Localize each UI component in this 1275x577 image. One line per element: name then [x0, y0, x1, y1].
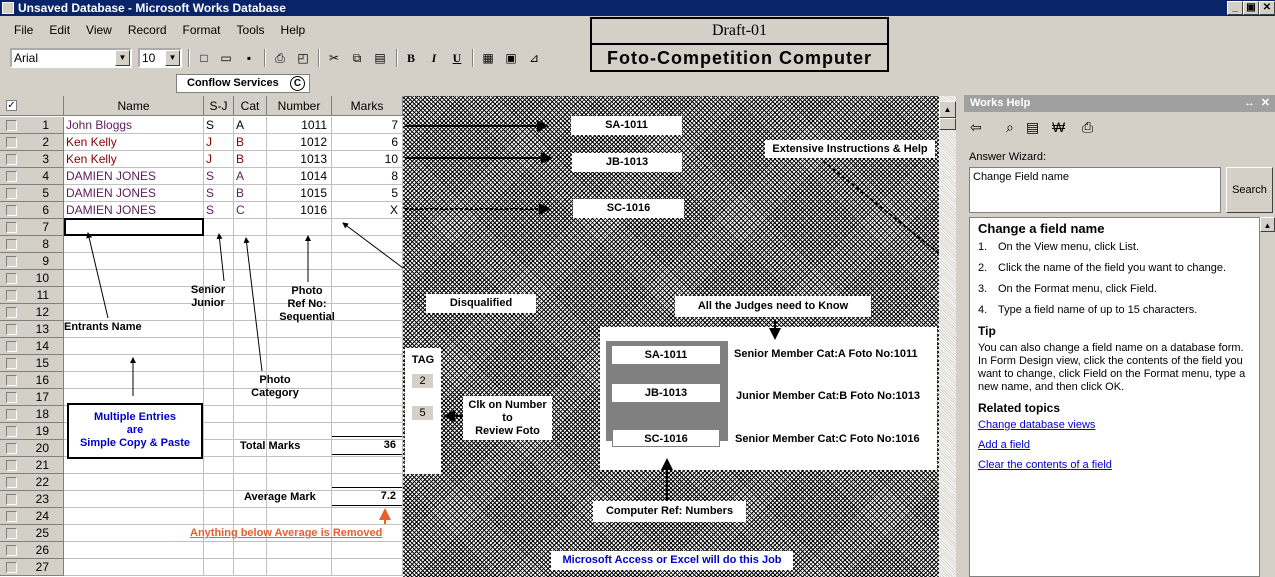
help-heading: Change a field name: [978, 221, 1105, 236]
toolbar-separator: [318, 49, 320, 67]
help-step: 4. Type a field name of up to 15 characte…: [978, 304, 1251, 317]
dock-icon[interactable]: ↔: [1244, 95, 1255, 112]
step-number: 3.: [978, 283, 988, 295]
step-number: 2.: [978, 262, 988, 274]
search-icon[interactable]: ⌕: [1006, 119, 1014, 136]
menu-file[interactable]: File: [6, 23, 41, 37]
save-icon[interactable]: ▪: [240, 49, 258, 67]
draft-heading: Foto-Competition Computer: [592, 43, 887, 71]
menu-bar: File Edit View Record Format Tools Help: [0, 18, 600, 42]
help-step: 2. Click the name of the field you want t…: [978, 262, 1251, 275]
restore-button[interactable]: ▣: [1243, 1, 1259, 15]
open-folder-icon[interactable]: ▭: [217, 49, 235, 67]
arrow-disqualified: [342, 222, 403, 269]
conflow-services-label: Conflow Services C: [176, 74, 310, 93]
print-help-icon[interactable]: ⎙: [1082, 119, 1093, 136]
cut-icon[interactable]: ✂: [325, 49, 343, 67]
help-title-bar: Works Help ↔ ✕: [964, 95, 1275, 112]
copyright-icon: C: [290, 76, 305, 91]
font-size-select[interactable]: 10 ▼: [138, 48, 182, 68]
form-view-icon[interactable]: ▣: [502, 49, 520, 67]
scroll-up-icon[interactable]: ▲: [939, 101, 956, 118]
print-icon[interactable]: ⎙: [271, 49, 289, 67]
related-link-add-field[interactable]: Add a field: [978, 439, 1251, 452]
font-size: 10: [142, 51, 156, 65]
italic-button[interactable]: I: [425, 49, 443, 67]
annotation-panel: SA-1011 JB-1013 SC-1016 Extensive Instru…: [403, 96, 939, 577]
paste-icon[interactable]: ▤: [371, 49, 389, 67]
draft-title-box: Draft-01 Foto-Competition Computer: [590, 17, 889, 72]
help-scrollbar[interactable]: ▲: [1260, 217, 1275, 577]
tip-title: Tip: [978, 324, 996, 338]
related-title: Related topics: [978, 401, 1061, 415]
list-view-icon[interactable]: ▦: [479, 49, 497, 67]
chevron-down-icon[interactable]: ▼: [115, 50, 130, 66]
bold-button[interactable]: B: [402, 49, 420, 67]
step-text: Click the name of the field you want to …: [998, 262, 1227, 274]
toolbar-separator: [396, 49, 398, 67]
help-title: Works Help: [970, 97, 1031, 109]
font-name: Arial: [14, 51, 39, 65]
window-title: Unsaved Database - Microsoft Works Datab…: [18, 1, 286, 15]
step-number: 4.: [978, 304, 988, 316]
tip-text: You can also change a field name on a da…: [978, 342, 1246, 393]
related-link-change-views[interactable]: Change database views: [978, 419, 1251, 432]
toolbar-separator: [472, 49, 474, 67]
arrow-category: [243, 237, 263, 372]
draft-label: Draft-01: [711, 22, 768, 39]
help-scroll-up-icon[interactable]: ▲: [1260, 217, 1275, 232]
back-icon[interactable]: ⇦: [970, 119, 982, 136]
font-select[interactable]: Arial ▼: [10, 48, 132, 68]
toolbar: Arial ▼ 10 ▼ □ ▭ ▪ ⎙ ◰ ✂ ⧉ ▤ B I U ▦ ▣ ⊿: [0, 44, 600, 70]
new-document-icon[interactable]: □: [195, 49, 213, 67]
vertical-scrollbar[interactable]: ▲: [939, 96, 956, 577]
copy-icon[interactable]: ⧉: [348, 49, 366, 67]
window-title-bar: Unsaved Database - Microsoft Works Datab…: [0, 0, 1275, 16]
close-button[interactable]: ✕: [1259, 1, 1275, 15]
related-link-clear-contents[interactable]: Clear the contents of a field: [978, 459, 1251, 472]
works-help-pane: Works Help ↔ ✕ ⇦ ⌕ ▤ ₩ ⎙ Answer Wizard: …: [964, 95, 1275, 577]
print-preview-icon[interactable]: ◰: [294, 49, 312, 67]
index-icon[interactable]: ₩: [1052, 119, 1065, 135]
arrow-to-help: [822, 160, 939, 255]
report-icon[interactable]: ⊿: [525, 49, 543, 67]
minimize-button[interactable]: _: [1227, 1, 1243, 15]
arrow-senior-junior: [216, 233, 225, 282]
underline-button[interactable]: U: [448, 49, 466, 67]
step-text: On the View menu, click List.: [998, 241, 1140, 253]
database-list-view: ✓ Name S-J Cat Number Marks 1 John Bloggs…: [0, 96, 403, 577]
annotation-arrows: [86, 222, 403, 524]
menu-view[interactable]: View: [78, 23, 120, 37]
answer-wizard-input[interactable]: Change Field name: [969, 167, 1221, 213]
chevron-down-icon[interactable]: ▼: [165, 50, 180, 66]
menu-tools[interactable]: Tools: [229, 23, 273, 37]
search-button[interactable]: Search: [1226, 167, 1273, 213]
help-steps: 1. On the View menu, click List. 2. Click …: [978, 241, 1251, 317]
close-help-icon[interactable]: ✕: [1261, 95, 1270, 112]
step-text: On the Format menu, click Field.: [998, 283, 1157, 295]
contents-icon[interactable]: ▤: [1026, 119, 1039, 136]
menu-edit[interactable]: Edit: [41, 23, 78, 37]
step-text: Type a field name of up to 15 characters…: [998, 304, 1198, 316]
help-toolbar: ⇦ ⌕ ▤ ₩ ⎙: [970, 119, 1170, 139]
answer-wizard-label: Answer Wizard:: [969, 151, 1047, 163]
menu-record[interactable]: Record: [120, 23, 175, 37]
toolbar-separator: [188, 49, 190, 67]
conflow-text: Conflow Services: [187, 77, 279, 89]
app-icon: [2, 2, 14, 14]
help-content: Change a field name 1. On the View menu, …: [969, 217, 1260, 577]
scroll-thumb[interactable]: [939, 118, 956, 130]
menu-format[interactable]: Format: [175, 23, 229, 37]
step-number: 1.: [978, 241, 988, 253]
arrow-entrants: [86, 232, 109, 319]
panel-arrows: [405, 120, 939, 501]
toolbar-separator: [264, 49, 266, 67]
help-step: 1. On the View menu, click List.: [978, 241, 1251, 254]
help-step: 3. On the Format menu, click Field.: [978, 283, 1251, 296]
menu-help[interactable]: Help: [273, 23, 314, 37]
